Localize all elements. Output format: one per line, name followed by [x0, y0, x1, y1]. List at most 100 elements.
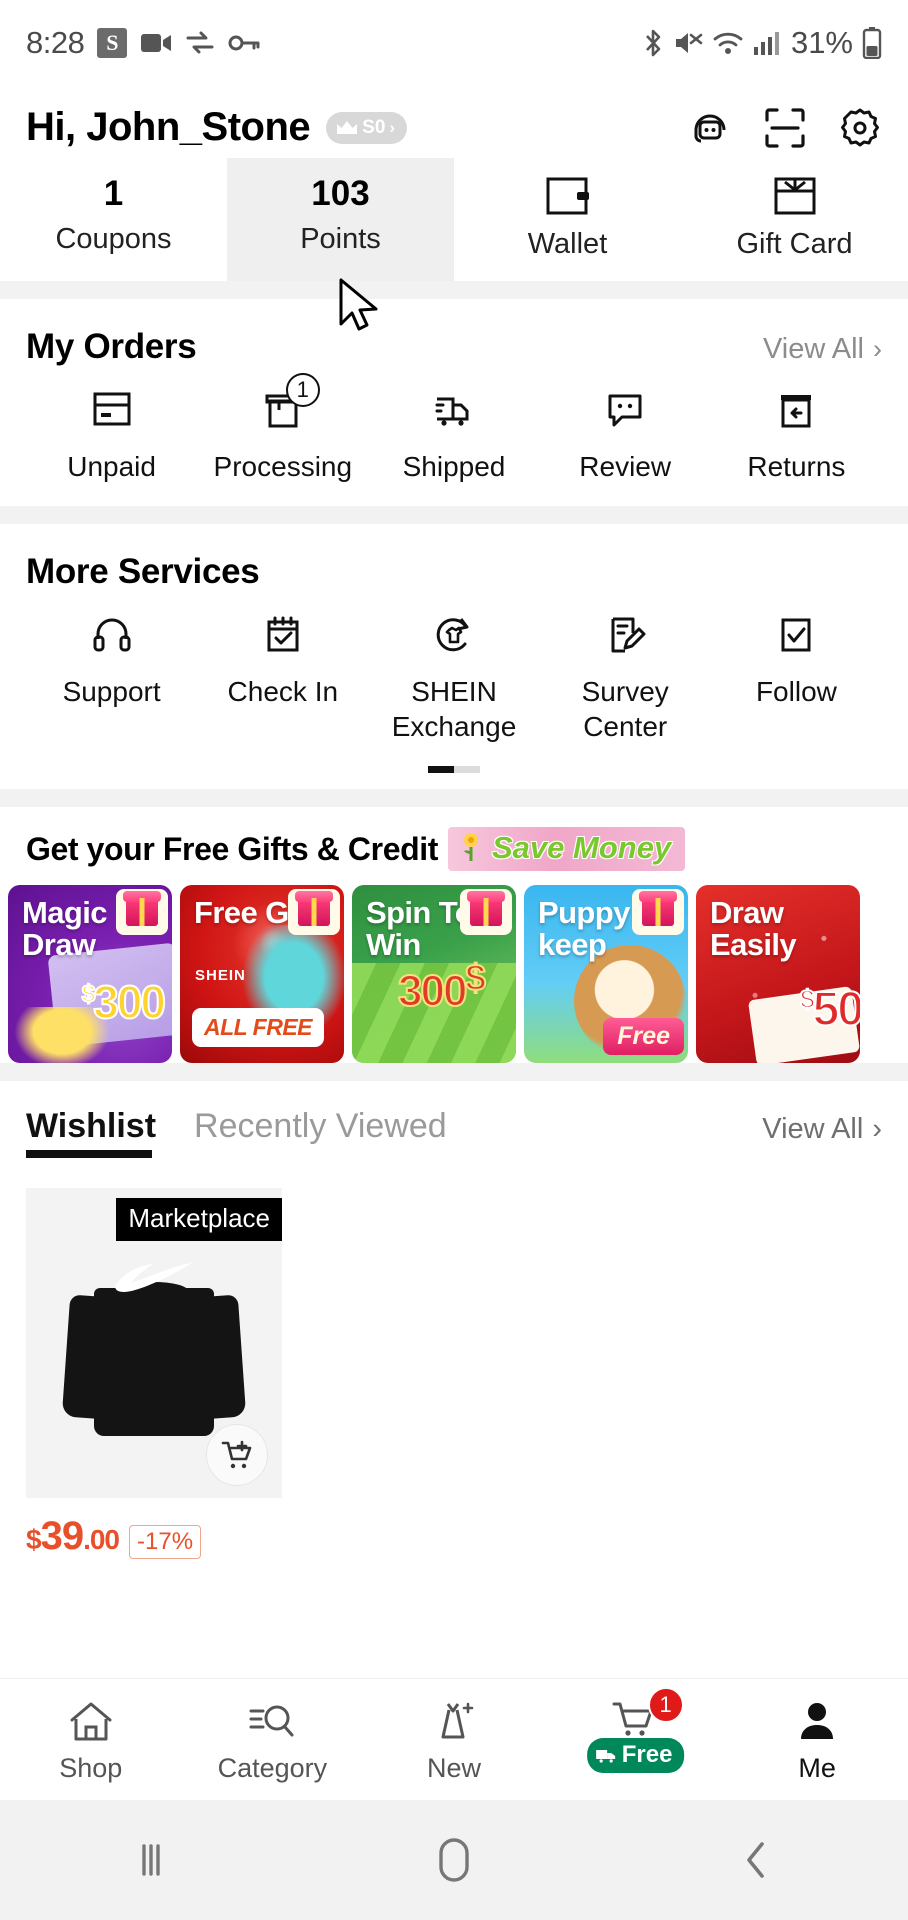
more-services-pager[interactable] — [26, 766, 882, 789]
android-recents-button[interactable] — [0, 1838, 303, 1882]
promo-card-puppy-keep[interactable]: Puppy keep Free — [524, 885, 688, 1063]
save-money-badge: Save Money — [448, 827, 686, 871]
nav-item-shop[interactable]: Shop — [0, 1693, 182, 1784]
my-orders-section: My Orders View All › Unpaid 1 Processing — [0, 299, 908, 506]
service-item-support[interactable]: Support — [26, 612, 197, 744]
battery-percent-label: 31% — [790, 24, 853, 60]
service-label: Survey Center — [581, 676, 669, 742]
order-item-processing[interactable]: 1 Processing — [197, 373, 368, 484]
service-item-survey-center[interactable]: Survey Center — [540, 612, 711, 744]
order-label: Unpaid — [67, 451, 156, 482]
promo-amount: $50 — [799, 982, 860, 1037]
add-to-cart-icon[interactable] — [206, 1424, 268, 1486]
nav-item-me[interactable]: Me — [726, 1693, 908, 1784]
order-item-review[interactable]: Review — [540, 387, 711, 484]
product-price: $39.00 — [26, 1514, 120, 1558]
section-divider — [0, 506, 908, 524]
nav-label: New — [426, 1753, 481, 1783]
gift-box-icon — [460, 889, 512, 935]
s-app-icon: S — [97, 27, 128, 58]
marketplace-badge: Marketplace — [116, 1198, 282, 1241]
video-camera-icon — [140, 30, 172, 56]
asset-tab-wallet[interactable]: Wallet — [454, 158, 681, 281]
order-item-returns[interactable]: Returns — [711, 387, 882, 484]
product-card[interactable]: Marketplace $39.00 -17% — [26, 1188, 282, 1559]
discount-badge: -17% — [129, 1525, 202, 1559]
vip-level-label: S0 — [362, 116, 386, 138]
flower-icon — [456, 831, 486, 865]
dress-sparkle-icon — [430, 1693, 478, 1745]
battery-icon — [862, 26, 882, 59]
currency-symbol: $ — [81, 980, 96, 1009]
promo-cta: Free — [603, 1018, 684, 1055]
promo-card-free-gifts[interactable]: Free Gifts SHEIN ALL FREE — [180, 885, 344, 1063]
tab-wishlist[interactable]: Wishlist — [26, 1107, 156, 1158]
status-bar: 8:28 S 31% — [0, 0, 908, 85]
free-shipping-label: Free — [621, 1741, 673, 1768]
my-orders-title: My Orders — [26, 327, 197, 366]
android-home-button[interactable] — [303, 1834, 606, 1886]
free-gifts-section: Get your Free Gifts & Credit Save Money … — [0, 807, 908, 1063]
recycle-clothes-icon — [432, 612, 476, 658]
wallet-label: Wallet — [527, 228, 608, 260]
wifi-icon — [712, 29, 744, 57]
settings-gear-icon[interactable] — [838, 106, 882, 150]
status-bar-clock: 8:28 — [26, 24, 85, 60]
profile-header: Hi, John_Stone S0 › — [0, 85, 908, 158]
promo-card-spin-to-win[interactable]: Spin To Win 300$ — [352, 885, 516, 1063]
chevron-right-icon: › — [873, 334, 882, 364]
gift-box-icon — [288, 889, 340, 935]
service-item-shein-exchange[interactable]: SHEIN Exchange — [368, 612, 539, 744]
more-services-section: More Services Support Check In SHEIN Exc… — [0, 524, 908, 789]
order-item-shipped[interactable]: Shipped — [368, 387, 539, 484]
asset-tab-gift-card[interactable]: Gift Card — [681, 158, 908, 281]
asset-tab-points[interactable]: 103 Points — [227, 158, 454, 281]
tab-recently-viewed[interactable]: Recently Viewed — [194, 1107, 447, 1158]
asset-tab-coupons[interactable]: 1 Coupons — [0, 158, 227, 281]
promo-card-draw-easily[interactable]: Draw Easily $50 — [696, 885, 860, 1063]
my-orders-view-all[interactable]: View All › — [763, 333, 882, 366]
product-image[interactable]: Marketplace — [26, 1188, 282, 1498]
wishlist-view-all[interactable]: View All › — [762, 1113, 882, 1158]
coupons-label: Coupons — [55, 223, 172, 255]
order-label: Shipped — [402, 451, 506, 482]
promo-card-carousel[interactable]: Magic Draw $300 Free Gifts SHEIN ALL FRE… — [0, 885, 908, 1063]
more-services-header: More Services — [26, 524, 882, 596]
nav-item-category[interactable]: Category — [182, 1693, 364, 1784]
wishlist-tabs: Wishlist Recently Viewed View All › — [26, 1081, 882, 1158]
nike-swoosh-logo — [111, 1262, 197, 1299]
nav-item-cart[interactable]: 1 Free — [545, 1687, 727, 1784]
credit-card-icon — [89, 387, 135, 433]
scan-icon[interactable] — [764, 107, 806, 149]
order-label: Returns — [747, 451, 846, 482]
headset-icon — [90, 612, 134, 658]
customer-service-icon[interactable] — [688, 106, 732, 150]
vip-level-badge[interactable]: S0 › — [326, 111, 408, 144]
wallet-icon — [545, 176, 591, 216]
save-money-label: Save Money — [492, 830, 672, 865]
promo-card-magic-draw[interactable]: Magic Draw $300 — [8, 885, 172, 1063]
free-gifts-title: Get your Free Gifts & Credit — [26, 830, 438, 867]
section-divider — [0, 281, 908, 299]
order-item-unpaid[interactable]: Unpaid — [26, 387, 197, 484]
return-box-icon — [773, 387, 819, 433]
nav-label: Shop — [59, 1753, 123, 1783]
nav-item-new[interactable]: New — [363, 1693, 545, 1784]
greeting-text: Hi, John_Stone — [26, 105, 311, 149]
service-item-check-in[interactable]: Check In — [197, 612, 368, 744]
nav-label: Me — [798, 1753, 836, 1783]
clipboard-pencil-icon — [603, 612, 647, 658]
truck-icon — [595, 1747, 617, 1763]
service-item-follow[interactable]: Follow — [711, 612, 882, 744]
promo-title: Draw Easily — [710, 895, 797, 962]
gift-card-icon — [772, 176, 818, 216]
category-search-icon — [247, 1693, 297, 1745]
status-bar-left: 8:28 S — [26, 25, 260, 61]
view-all-label: View All — [762, 333, 864, 365]
android-back-button[interactable] — [605, 1836, 908, 1884]
wishlist-product-list: Marketplace $39.00 -17% — [26, 1158, 882, 1559]
gift-box-icon — [116, 889, 168, 935]
pager-dot-active — [428, 766, 454, 773]
pager-dot — [454, 766, 480, 773]
promo-amount: 300$ — [397, 956, 487, 1017]
